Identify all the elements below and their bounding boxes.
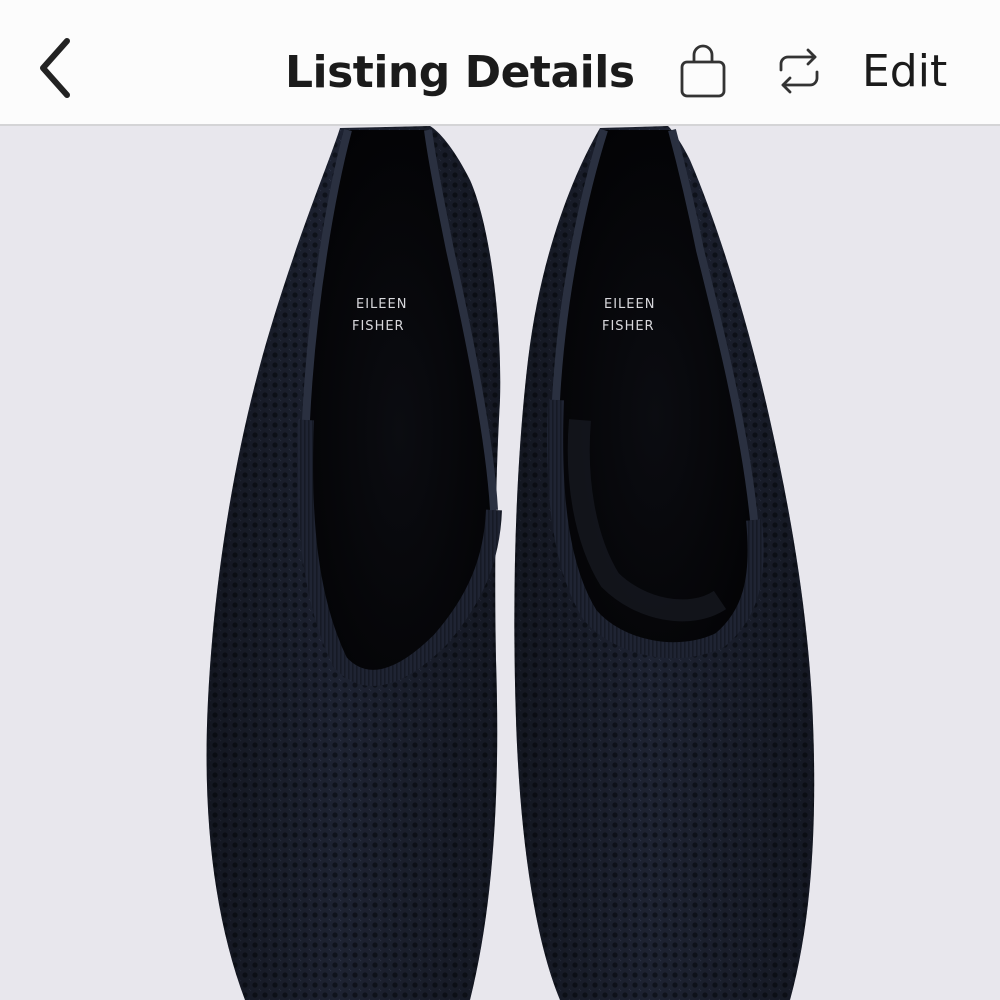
listing-photo[interactable]: EILEEN FISHER EILEEN FISHER	[0, 126, 1000, 1000]
chevron-left-icon	[35, 37, 75, 103]
right-insole-brand-line1: EILEEN	[604, 297, 655, 312]
left-shoe: EILEEN FISHER	[206, 126, 502, 1000]
right-shoe: EILEEN FISHER	[514, 126, 815, 1000]
left-insole-brand-line1: EILEEN	[356, 297, 407, 312]
repost-icon	[773, 46, 825, 100]
page-title: Listing Details	[285, 47, 635, 98]
repost-button[interactable]	[770, 44, 828, 102]
left-insole-brand-line2: FISHER	[352, 319, 405, 334]
shopping-bag-icon	[678, 42, 728, 104]
right-insole-brand-line2: FISHER	[602, 319, 655, 334]
edit-button[interactable]: Edit	[862, 38, 962, 106]
nav-bar: Listing Details Edit	[0, 0, 1000, 126]
shoes-photo-illustration: EILEEN FISHER EILEEN FISHER	[206, 126, 815, 1000]
shopping-bag-button[interactable]	[674, 42, 732, 104]
back-button[interactable]	[20, 30, 90, 110]
listing-details-screen: Listing Details Edit EILEEN FISHER EILEE…	[0, 0, 1000, 1000]
